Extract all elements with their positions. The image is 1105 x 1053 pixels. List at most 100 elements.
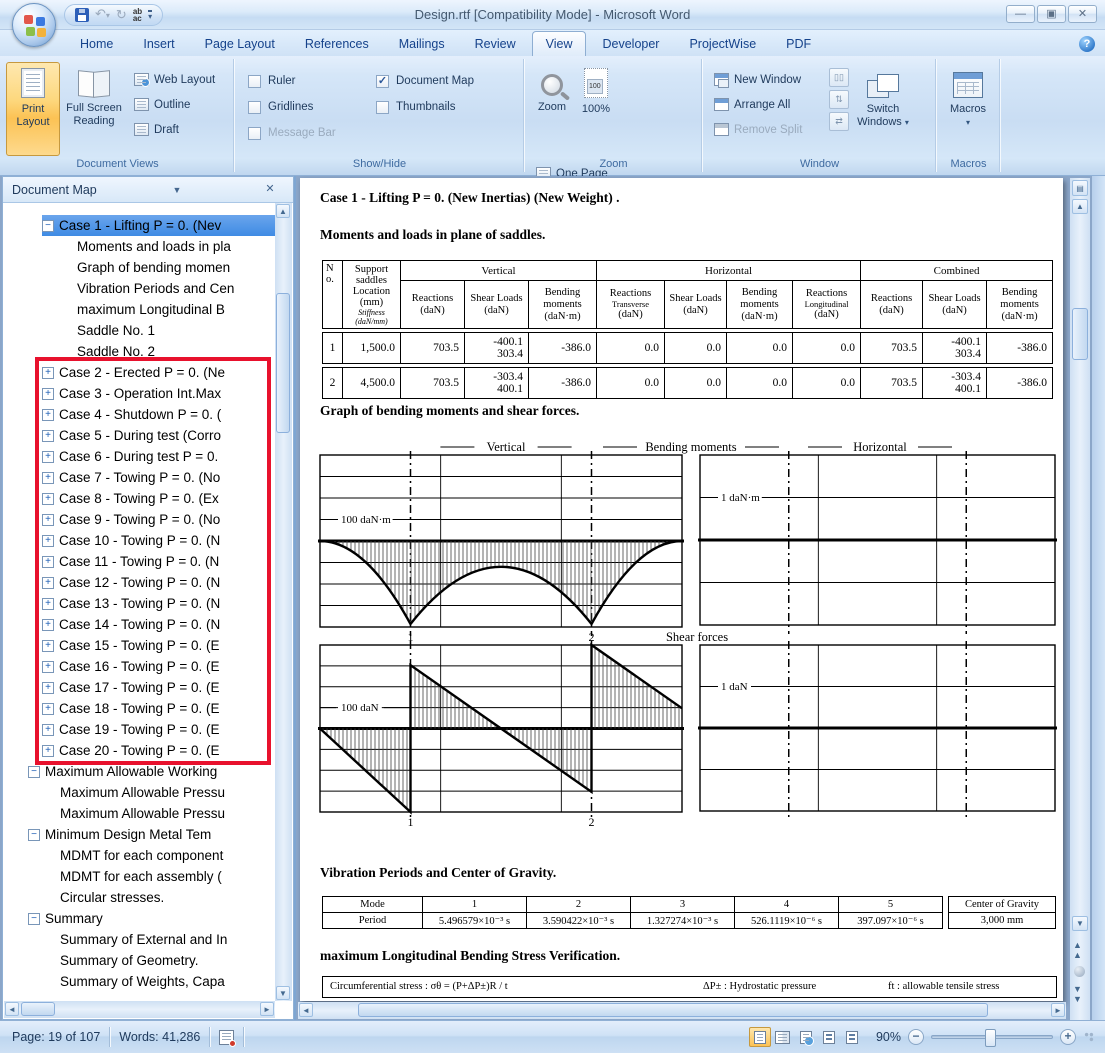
- docmap-item[interactable]: Moments and loads in pla: [4, 236, 275, 257]
- scroll-up-icon[interactable]: ▲: [1072, 199, 1088, 214]
- customize-qat-icon[interactable]: ▾: [148, 10, 152, 20]
- ruler-checkbox[interactable]: Ruler: [248, 68, 362, 94]
- scroll-right-icon[interactable]: ►: [260, 1002, 274, 1016]
- document-page[interactable]: Case 1 - Lifting P = 0. (New Inertias) (…: [300, 178, 1063, 1001]
- outline-button[interactable]: Outline: [128, 92, 221, 117]
- undo-icon[interactable]: ↶▾: [95, 7, 110, 23]
- tab-home[interactable]: Home: [66, 31, 127, 56]
- document-vertical-scrollbar[interactable]: ▤ ▲ ▼ ▲▲ ▼▼: [1070, 178, 1090, 1020]
- scroll-down-icon[interactable]: ▼: [1072, 916, 1088, 931]
- scrollbar-thumb[interactable]: [1072, 308, 1088, 360]
- cell: -303.4400.1: [465, 368, 529, 399]
- docmap-item[interactable]: Saddle No. 1: [4, 320, 275, 341]
- outline-view-button[interactable]: [818, 1027, 840, 1047]
- tab-review[interactable]: Review: [461, 31, 530, 56]
- group-label-macros: Macros: [938, 158, 999, 170]
- zoom-slider-thumb[interactable]: [985, 1029, 996, 1047]
- chevron-down-icon[interactable]: ▼: [166, 182, 188, 198]
- collapse-icon[interactable]: −: [28, 766, 40, 778]
- header-support: Support saddles Location (mm)Stiffness (…: [343, 261, 401, 329]
- macros-button[interactable]: Macros ▾: [942, 62, 994, 156]
- document-horizontal-scrollbar[interactable]: ◄ ►: [298, 1002, 1066, 1019]
- collapse-icon[interactable]: −: [28, 913, 40, 925]
- scroll-right-icon[interactable]: ►: [1051, 1003, 1065, 1017]
- close-button[interactable]: ✕: [1068, 5, 1097, 23]
- group-show-hide: Ruler Gridlines Message Bar ✓Document Ma…: [236, 59, 524, 172]
- next-page-icon[interactable]: ▼▼: [1073, 984, 1082, 1004]
- scroll-down-icon[interactable]: ▼: [276, 986, 290, 1000]
- office-button[interactable]: [12, 3, 56, 47]
- docmap-item[interactable]: Maximum Allowable Pressu: [4, 803, 275, 824]
- gridlines-checkbox[interactable]: Gridlines: [248, 94, 362, 120]
- docmap-item[interactable]: −Summary: [4, 908, 275, 929]
- draft-button[interactable]: Draft: [128, 117, 221, 142]
- docmap-item[interactable]: Circular stresses.: [4, 887, 275, 908]
- print-layout-view-button[interactable]: [749, 1027, 771, 1047]
- zoom-level[interactable]: 90%: [876, 1030, 901, 1044]
- page-indicator[interactable]: Page: 19 of 107: [12, 1030, 100, 1044]
- collapse-icon[interactable]: −: [28, 829, 40, 841]
- thumbnails-checkbox[interactable]: Thumbnails: [376, 94, 502, 120]
- full-screen-reading-view-button[interactable]: [772, 1027, 794, 1047]
- tab-insert[interactable]: Insert: [129, 31, 188, 56]
- web-layout-view-button[interactable]: [795, 1027, 817, 1047]
- print-layout-button[interactable]: Print Layout: [6, 62, 60, 156]
- tab-pdf[interactable]: PDF: [772, 31, 825, 56]
- scrollbar-thumb[interactable]: [21, 1002, 55, 1016]
- header-cell: ReactionsLongitudinal(daN): [793, 281, 861, 329]
- new-window-button[interactable]: New Window: [708, 67, 826, 92]
- arrange-all-button[interactable]: Arrange All: [708, 92, 826, 117]
- minimize-button[interactable]: —: [1006, 5, 1035, 23]
- arrange-all-icon: [714, 98, 729, 111]
- scroll-left-icon[interactable]: ◄: [299, 1003, 313, 1017]
- docmap-item[interactable]: Summary of Weights, Capa: [4, 971, 275, 992]
- zoom-out-button[interactable]: −: [908, 1029, 924, 1045]
- docmap-item[interactable]: MDMT for each assembly (: [4, 866, 275, 887]
- word-count[interactable]: Words: 41,286: [119, 1030, 200, 1044]
- zoom-in-button[interactable]: +: [1060, 1029, 1076, 1045]
- tab-view[interactable]: View: [532, 31, 587, 56]
- save-icon[interactable]: [75, 8, 89, 22]
- view-ruler-icon[interactable]: ▤: [1072, 180, 1088, 196]
- proofing-status-icon[interactable]: [219, 1030, 234, 1045]
- previous-page-icon[interactable]: ▲▲: [1073, 940, 1082, 960]
- document-map-checkbox[interactable]: ✓Document Map: [376, 68, 502, 94]
- resize-grip[interactable]: [1083, 1031, 1095, 1043]
- docmap-item[interactable]: Graph of bending momen: [4, 257, 275, 278]
- select-browse-object-icon[interactable]: [1074, 966, 1085, 977]
- docmap-horizontal-scrollbar[interactable]: ◄ ►: [4, 1001, 275, 1018]
- scrollbar-thumb[interactable]: [276, 293, 290, 433]
- cell: 1: [323, 333, 343, 364]
- docmap-item[interactable]: maximum Longitudinal B: [4, 299, 275, 320]
- docmap-item[interactable]: Summary of Geometry.: [4, 950, 275, 971]
- scroll-up-icon[interactable]: ▲: [276, 204, 290, 218]
- tab-developer[interactable]: Developer: [588, 31, 673, 56]
- docmap-item[interactable]: Summary of External and In: [4, 929, 275, 950]
- docmap-item[interactable]: −Minimum Design Metal Tem: [4, 824, 275, 845]
- view-side-by-side-icon[interactable]: ▯▯: [829, 68, 849, 87]
- zoom-button[interactable]: Zoom: [530, 62, 574, 156]
- scroll-left-icon[interactable]: ◄: [5, 1002, 19, 1016]
- tab-mailings[interactable]: Mailings: [385, 31, 459, 56]
- docmap-item[interactable]: Maximum Allowable Pressu: [4, 782, 275, 803]
- collapse-icon[interactable]: −: [42, 220, 54, 232]
- zoom-100-button[interactable]: 100%: [574, 62, 618, 156]
- docmap-item[interactable]: Vibration Periods and Cen: [4, 278, 275, 299]
- scrollbar-thumb[interactable]: [358, 1003, 988, 1017]
- redo-icon[interactable]: ↻: [116, 8, 127, 22]
- zoom-slider[interactable]: [931, 1035, 1053, 1039]
- draft-view-button[interactable]: [841, 1027, 863, 1047]
- replace-icon[interactable]: abac: [133, 8, 142, 22]
- tab-page-layout[interactable]: Page Layout: [191, 31, 289, 56]
- docmap-item[interactable]: −Case 1 - Lifting P = 0. (Nev: [4, 215, 275, 236]
- help-icon[interactable]: ?: [1079, 36, 1095, 52]
- switch-windows-button[interactable]: Switch Windows ▾: [852, 62, 914, 156]
- docmap-item[interactable]: MDMT for each component: [4, 845, 275, 866]
- docmap-vertical-scrollbar[interactable]: ▲ ▼: [275, 203, 292, 1001]
- tab-projectwise[interactable]: ProjectWise: [675, 31, 770, 56]
- web-layout-button[interactable]: Web Layout: [128, 67, 221, 92]
- close-icon[interactable]: ✕: [261, 181, 279, 198]
- full-screen-reading-button[interactable]: Full Screen Reading: [60, 62, 128, 156]
- maximize-button[interactable]: ▣: [1037, 5, 1066, 23]
- tab-references[interactable]: References: [291, 31, 383, 56]
